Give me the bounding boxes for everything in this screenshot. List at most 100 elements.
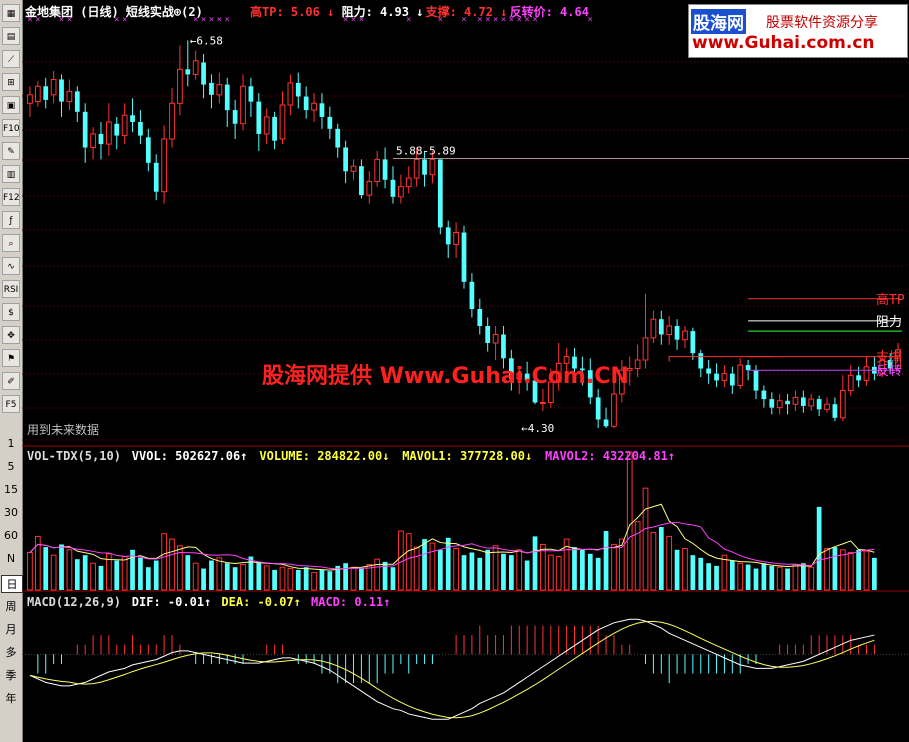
candle-body bbox=[350, 165, 357, 172]
low-annotation: ←4.30 bbox=[521, 422, 554, 435]
candle-body bbox=[800, 397, 806, 406]
header-indicator-item: 高TP: 5.06 ↓ bbox=[250, 5, 335, 19]
volume-bar bbox=[327, 571, 333, 590]
candle-icon[interactable]: ⊞ bbox=[2, 73, 20, 91]
candle-body bbox=[105, 121, 112, 145]
volume-bar bbox=[753, 568, 759, 590]
period-6[interactable]: 日 bbox=[1, 575, 23, 593]
candle-body bbox=[847, 374, 854, 392]
period-8[interactable]: 月 bbox=[1, 621, 21, 637]
volume-bar bbox=[287, 568, 294, 591]
candle-body bbox=[177, 68, 183, 104]
candle-body bbox=[169, 102, 175, 140]
logo[interactable]: 股海网 股票软件资源分享 www.Guhai.com.cn bbox=[688, 4, 908, 58]
volume-bar bbox=[114, 560, 120, 590]
volume-bar bbox=[461, 555, 467, 590]
period-3[interactable]: 30 bbox=[1, 506, 21, 519]
period-9[interactable]: 多 bbox=[1, 644, 21, 660]
period-10[interactable]: 季 bbox=[1, 667, 21, 683]
volume-bar bbox=[714, 565, 719, 590]
volume-bar bbox=[240, 564, 246, 591]
volume-bar bbox=[437, 549, 443, 590]
candle-body bbox=[690, 331, 696, 354]
range-annotation: 5.88-5.89 bbox=[396, 145, 456, 158]
candle-body bbox=[50, 79, 57, 96]
candle-body bbox=[374, 158, 381, 182]
macd-indicator-item: DEA: -0.07↑ bbox=[221, 595, 301, 609]
volume-bar bbox=[59, 544, 64, 590]
f10-icon[interactable]: F10 bbox=[2, 119, 20, 137]
volume-bar bbox=[555, 556, 562, 591]
wave-icon[interactable]: ∿ bbox=[2, 257, 20, 275]
period-4[interactable]: 60 bbox=[1, 529, 21, 542]
candle-body bbox=[59, 79, 64, 102]
search-icon[interactable]: ⌕ bbox=[2, 234, 20, 252]
volume-bar bbox=[138, 557, 143, 590]
period-1[interactable]: 5 bbox=[1, 460, 21, 473]
candle-body bbox=[66, 90, 73, 103]
candle-body bbox=[595, 397, 601, 420]
volume-bar bbox=[390, 567, 396, 590]
candle-body bbox=[863, 366, 870, 381]
candle-body bbox=[359, 166, 364, 196]
candle-body bbox=[729, 373, 735, 386]
candle-body bbox=[437, 159, 443, 228]
header-indicator-item: 反转价: 4.64 bbox=[509, 5, 589, 19]
candle-body bbox=[382, 159, 388, 180]
candle-body bbox=[634, 359, 641, 369]
period-7[interactable]: 周 bbox=[1, 598, 21, 614]
volume-bar bbox=[397, 530, 404, 591]
volume-bar bbox=[698, 557, 704, 590]
candle-body bbox=[445, 227, 451, 245]
dea-line bbox=[29, 620, 875, 719]
period-2[interactable]: 15 bbox=[1, 483, 21, 496]
volume-bar bbox=[121, 556, 128, 591]
signal-marker: × bbox=[225, 15, 230, 25]
candle-body bbox=[201, 62, 206, 85]
volume-bar bbox=[872, 557, 877, 590]
volume-bar bbox=[263, 565, 270, 591]
flag-icon[interactable]: ⚑ bbox=[2, 349, 20, 367]
volume-bar bbox=[295, 569, 301, 590]
candle-body bbox=[839, 390, 846, 419]
sheet-icon[interactable]: ▥ bbox=[2, 165, 20, 183]
volume-indicator-item: VOL-TDX(5,10) bbox=[27, 449, 121, 463]
f5-icon[interactable]: F5 bbox=[2, 395, 20, 413]
candle-body bbox=[263, 116, 270, 135]
period-0[interactable]: 1 bbox=[1, 437, 21, 450]
volume-bar bbox=[761, 563, 767, 590]
volume-bar bbox=[319, 569, 325, 590]
grid-icon[interactable]: ▦ bbox=[2, 4, 20, 22]
volume-bar bbox=[303, 567, 309, 590]
candle-body bbox=[501, 334, 506, 359]
window-icon[interactable]: ▣ bbox=[2, 96, 20, 114]
candle-body bbox=[856, 375, 861, 381]
volume-bar bbox=[800, 563, 806, 590]
volume-bar bbox=[209, 560, 214, 590]
volume-bar bbox=[374, 558, 381, 591]
f12-icon[interactable]: F12 bbox=[2, 188, 20, 206]
candle-body bbox=[216, 84, 223, 96]
candle-body bbox=[121, 114, 128, 137]
fx-icon[interactable]: ƒ bbox=[2, 211, 20, 229]
line-chart-icon[interactable]: ⟋ bbox=[2, 50, 20, 68]
volume-bar bbox=[90, 562, 96, 591]
period-11[interactable]: 年 bbox=[1, 690, 21, 706]
pencil-icon[interactable]: ✐ bbox=[2, 372, 20, 390]
candle-body bbox=[74, 91, 80, 112]
move-icon[interactable]: ✥ bbox=[2, 326, 20, 344]
dollar-icon[interactable]: $ bbox=[2, 303, 20, 321]
volume-bar bbox=[201, 568, 206, 590]
volume-bar bbox=[50, 554, 57, 591]
period-5[interactable]: N bbox=[1, 552, 21, 565]
pen-icon[interactable]: ✎ bbox=[2, 142, 20, 160]
candle-body bbox=[240, 85, 246, 125]
table-icon[interactable]: ▤ bbox=[2, 27, 20, 45]
volume-bar bbox=[769, 565, 775, 590]
volume-bar bbox=[224, 563, 230, 590]
candle-body bbox=[753, 370, 759, 391]
candle-body bbox=[824, 403, 830, 410]
volume-bar bbox=[721, 554, 728, 591]
volume-bar bbox=[847, 551, 854, 591]
rsi-icon[interactable]: RSI bbox=[2, 280, 20, 298]
